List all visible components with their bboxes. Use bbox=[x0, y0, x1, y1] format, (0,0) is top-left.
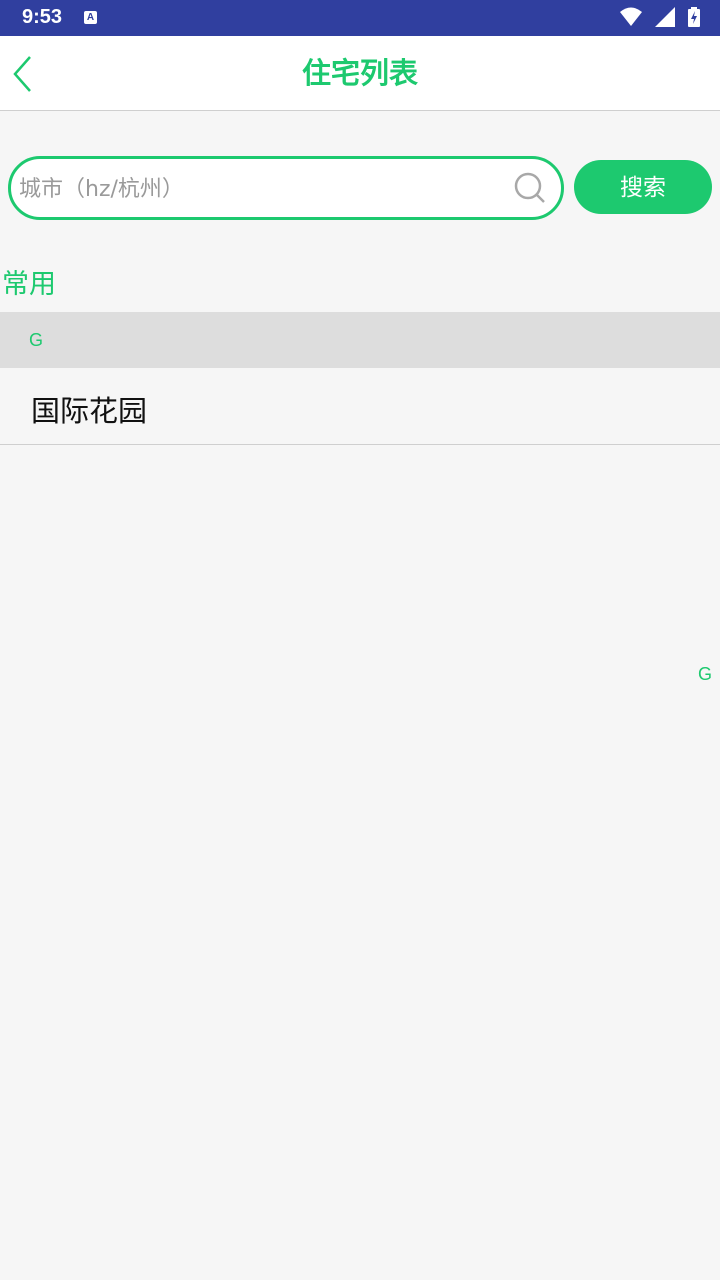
status-bar: 9:53 A bbox=[0, 0, 720, 36]
signal-icon bbox=[654, 7, 675, 27]
status-time: 9:53 bbox=[22, 6, 63, 28]
search-button[interactable]: 搜索 bbox=[574, 160, 712, 214]
search-box bbox=[8, 156, 564, 220]
notification-a-icon: A bbox=[84, 11, 97, 24]
battery-charging-icon bbox=[688, 7, 700, 27]
list-item[interactable]: 国际花园 bbox=[0, 368, 720, 445]
common-section-label: 常用 bbox=[2, 269, 56, 300]
page-title: 住宅列表 bbox=[301, 56, 418, 90]
search-icon[interactable] bbox=[513, 171, 547, 205]
search-input[interactable] bbox=[17, 159, 501, 219]
group-header-g: G bbox=[0, 312, 720, 368]
index-bar-letter-g[interactable]: G bbox=[698, 664, 712, 685]
list-item-label: 国际花园 bbox=[31, 394, 148, 428]
group-letter: G bbox=[29, 330, 44, 350]
status-icons bbox=[612, 7, 700, 29]
app-bar: 住宅列表 bbox=[0, 36, 720, 111]
wifi-icon bbox=[619, 7, 642, 26]
